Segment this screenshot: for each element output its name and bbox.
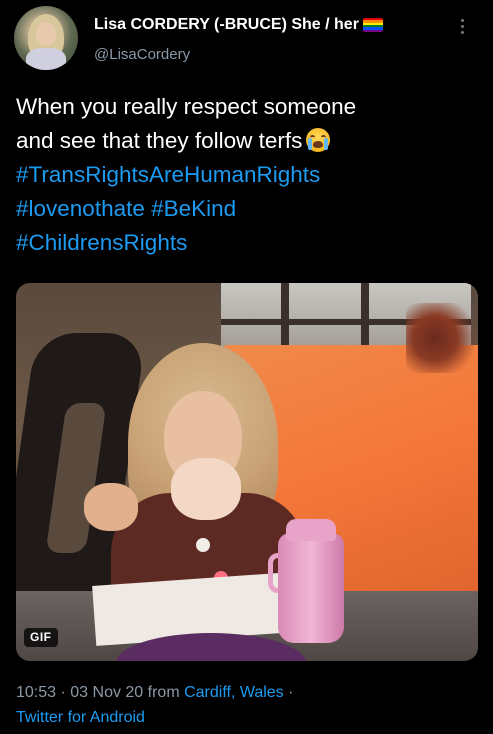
tweet-meta-line-2: Twitter for Android	[16, 705, 486, 730]
hashtag-link[interactable]: #ChildrensRights	[16, 230, 187, 255]
tweet-text-line-2: and see that they follow terfs	[16, 124, 486, 158]
display-name-row[interactable]: Lisa CORDERY (-BRUCE) She / her	[94, 14, 383, 36]
tweet-time: 10:53	[16, 684, 57, 701]
tweet-date: 03 Nov 20	[70, 684, 144, 701]
avatar[interactable]	[14, 6, 78, 70]
more-options-icon[interactable]	[454, 14, 470, 38]
tweet-text-line-3: #TransRightsAreHumanRights	[16, 158, 486, 192]
tweet-text-line-1: When you really respect someone	[16, 94, 357, 119]
hashtag-link[interactable]: #lovenothate	[16, 196, 145, 221]
rainbow-flag-icon	[362, 18, 383, 32]
tweet-text: When you really respect someone and see …	[16, 90, 486, 260]
tweet-text-line-2-text: and see that they follow terfs	[16, 128, 303, 153]
user-handle[interactable]: @LisaCordery	[94, 46, 190, 63]
loudly-crying-face-icon	[306, 128, 331, 152]
location-link[interactable]: Cardiff, Wales	[184, 684, 284, 701]
meta-separator: ·	[56, 684, 71, 701]
hashtag-link[interactable]: #TransRightsAreHumanRights	[16, 162, 320, 187]
tweet-meta-line-1: 10:53 · 03 Nov 20 from Cardiff, Wales ·	[16, 680, 486, 705]
meta-separator: ·	[283, 684, 294, 701]
gif-badge: GIF	[24, 628, 58, 647]
tweet: Lisa CORDERY (-BRUCE) She / her @LisaCor…	[0, 0, 493, 734]
source-link[interactable]: Twitter for Android	[16, 709, 145, 726]
tweet-meta: 10:53 · 03 Nov 20 from Cardiff, Wales · …	[16, 680, 486, 730]
hashtag-link[interactable]: #BeKind	[151, 196, 236, 221]
display-name[interactable]: Lisa CORDERY (-BRUCE) She / her	[94, 16, 359, 34]
gif-media[interactable]: GIF	[16, 283, 478, 661]
tweet-text-line-5: #ChildrensRights	[16, 226, 486, 260]
tweet-text-line-4: #lovenothate #BeKind	[16, 192, 486, 226]
from-label: from	[143, 684, 185, 701]
